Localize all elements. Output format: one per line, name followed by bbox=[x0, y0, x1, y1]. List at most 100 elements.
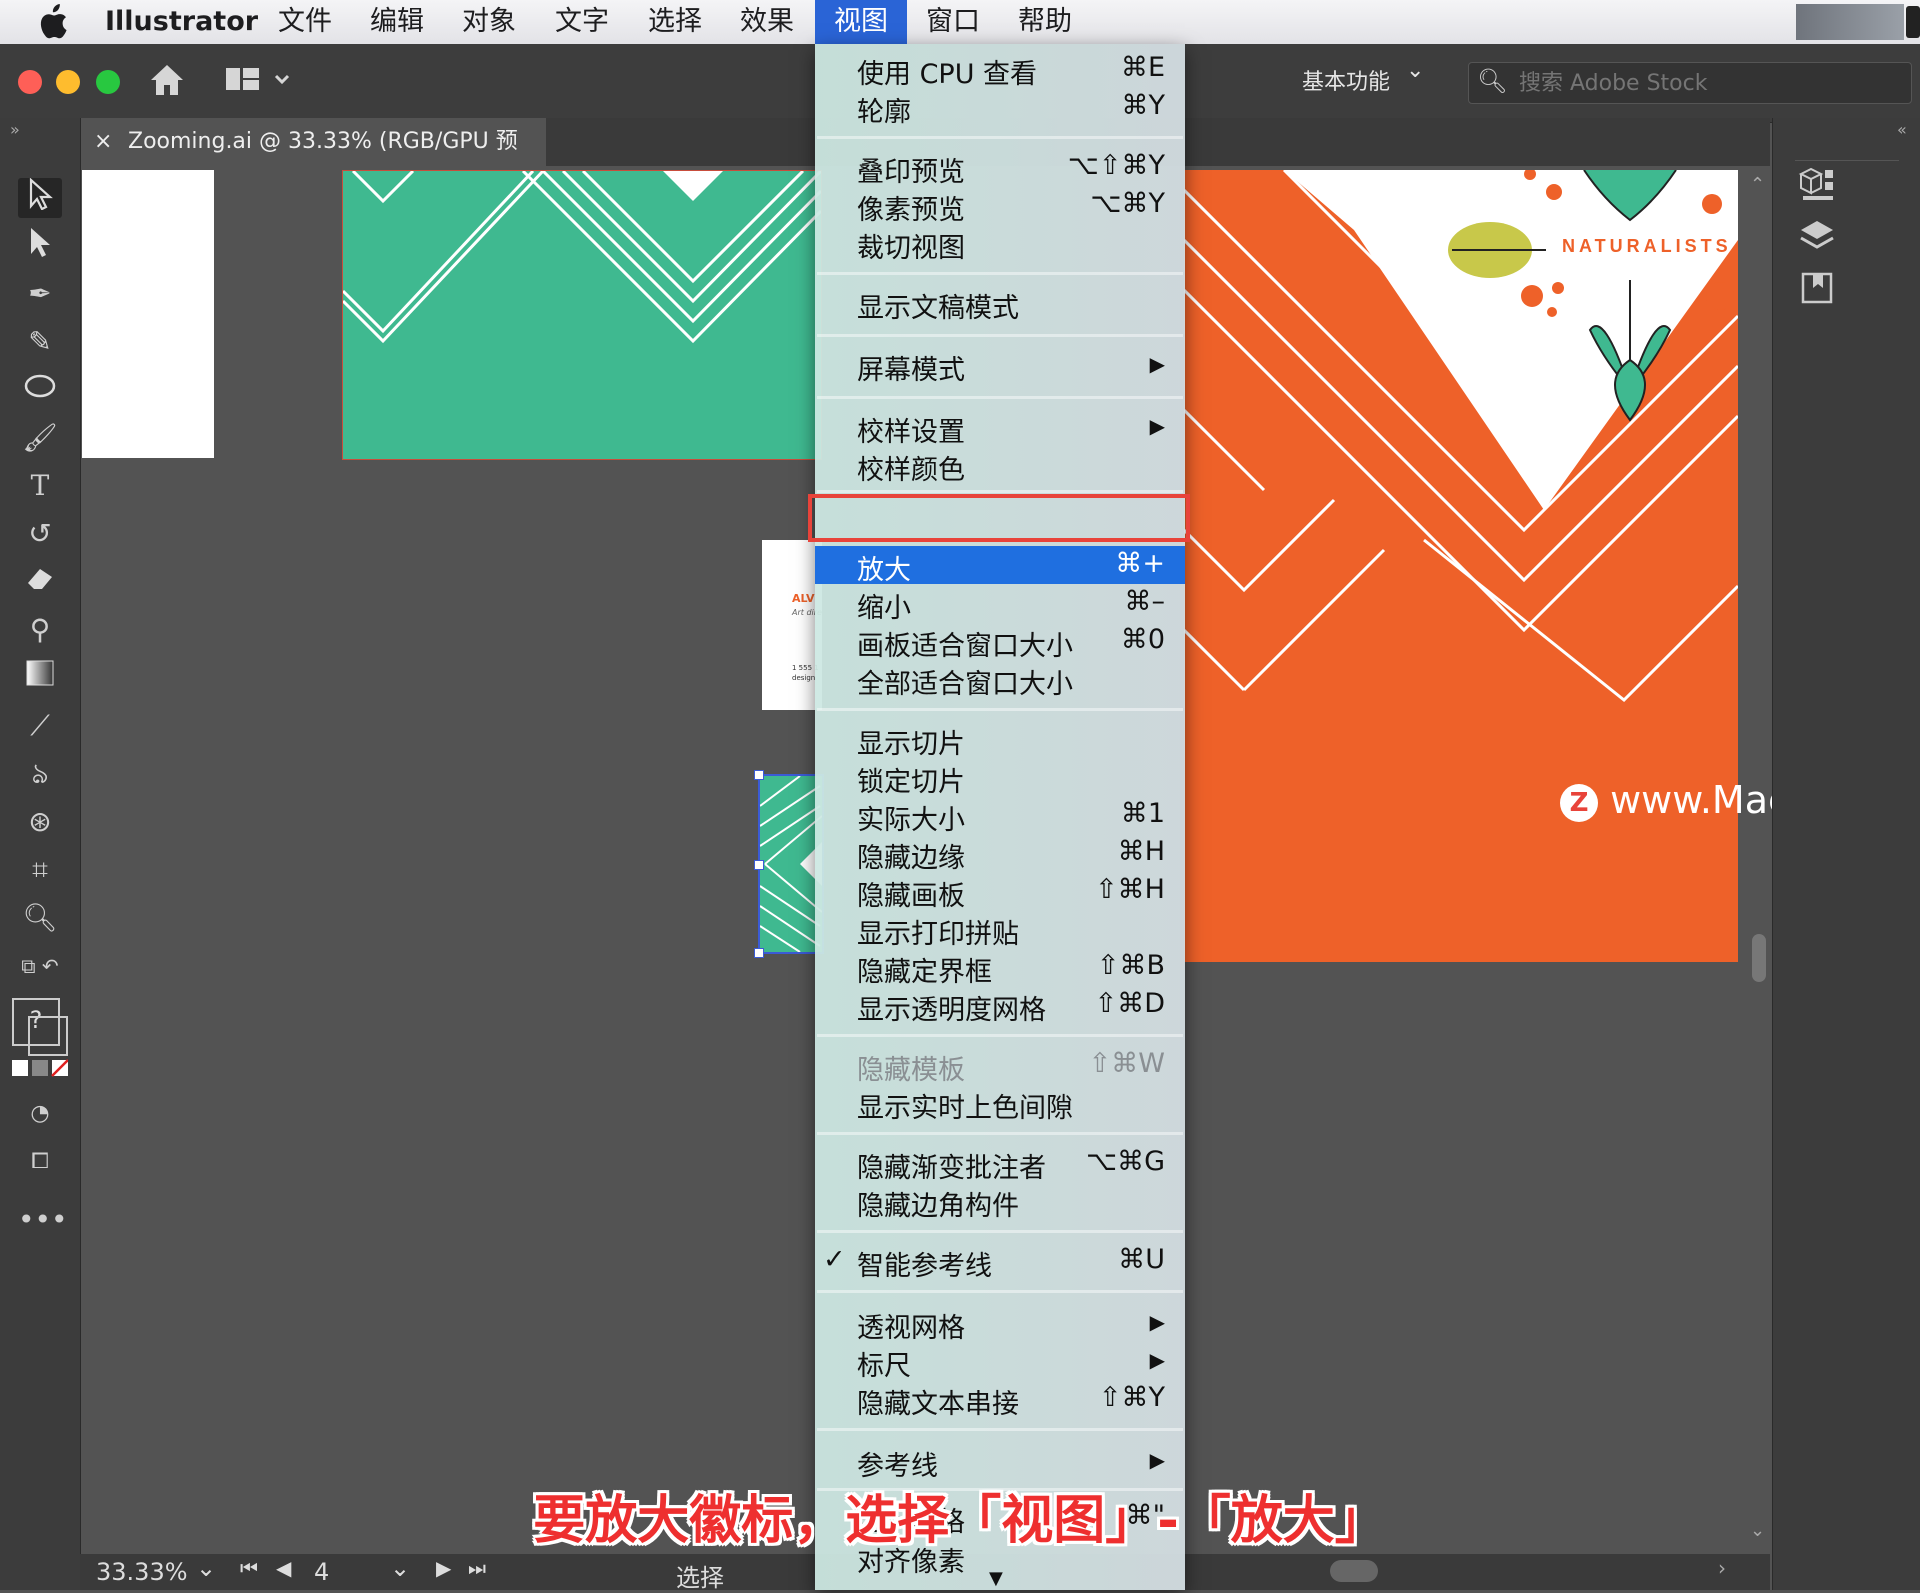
menu-help[interactable]: 帮助 bbox=[1018, 0, 1072, 44]
arrange-documents-icon[interactable] bbox=[226, 66, 292, 98]
gradient-tool-icon[interactable] bbox=[18, 658, 62, 698]
menu-item-rulers[interactable]: 标尺 ▶ bbox=[815, 1342, 1185, 1382]
first-artboard-icon[interactable]: ⏮ bbox=[240, 1556, 258, 1580]
ellipse-tool-icon[interactable] bbox=[18, 370, 62, 410]
layers-panel-icon[interactable] bbox=[1797, 218, 1837, 258]
selection-handle[interactable] bbox=[754, 860, 764, 870]
scroll-up-icon[interactable]: ⌃ bbox=[1750, 174, 1765, 195]
menu-item-fit-all[interactable]: 全部适合窗口大小 bbox=[815, 660, 1185, 700]
paintbrush-tool-icon[interactable]: 🖌︎ bbox=[18, 418, 62, 458]
home-icon[interactable] bbox=[148, 62, 186, 102]
menu-item-guides[interactable]: 参考线 ▶ bbox=[815, 1442, 1185, 1482]
stock-search-input[interactable] bbox=[1517, 67, 1901, 99]
business-card-preview[interactable]: ALV Art dire 1 555 1 design bbox=[762, 540, 822, 710]
swap-fill-stroke-icon[interactable]: ⧉ ↶ bbox=[18, 946, 62, 986]
menubar-extra-icon[interactable] bbox=[1906, 6, 1920, 38]
menu-item-show-transparency-grid[interactable]: 显示透明度网格 ⇧⌘D bbox=[815, 986, 1185, 1026]
close-window-button[interactable] bbox=[18, 70, 42, 94]
menu-item-actual-size[interactable]: 实际大小 ⌘1 bbox=[815, 796, 1185, 836]
menu-item-hide-text-threads[interactable]: 隐藏文本串接 ⇧⌘Y bbox=[815, 1380, 1185, 1420]
selected-logo-artboard[interactable] bbox=[754, 770, 824, 958]
next-artboard-icon[interactable]: ▶ bbox=[436, 1556, 451, 1580]
shape-builder-tool-icon[interactable]: ⊛ bbox=[18, 802, 62, 842]
type-tool-icon[interactable]: T bbox=[18, 466, 62, 506]
menu-file[interactable]: 文件 bbox=[278, 0, 332, 44]
menu-item-screen-mode[interactable]: 屏幕模式 ▶ bbox=[815, 346, 1185, 386]
minimize-window-button[interactable] bbox=[56, 70, 80, 94]
menu-item-show-slices[interactable]: 显示切片 bbox=[815, 720, 1185, 760]
horizontal-scrollbar-thumb[interactable] bbox=[1330, 1560, 1378, 1582]
close-tab-icon[interactable]: × bbox=[94, 118, 112, 166]
screen-mode-icon[interactable]: ⧠ bbox=[18, 1142, 62, 1182]
menu-item-proof-colors[interactable]: 校样颜色 bbox=[815, 446, 1185, 486]
menu-item-hide-edges[interactable]: 隐藏边缘 ⌘H bbox=[815, 834, 1185, 874]
artboard-tool-icon[interactable]: ⌗ bbox=[18, 850, 62, 890]
pen-tool-icon[interactable]: ✒︎ bbox=[18, 274, 62, 314]
menu-item-show-live-paint-gaps[interactable]: 显示实时上色间隙 bbox=[815, 1084, 1185, 1124]
previous-artboard-icon[interactable]: ◀ bbox=[276, 1556, 291, 1580]
menu-item-trim-view[interactable]: 裁切视图 bbox=[815, 224, 1185, 264]
rotate-tool-icon[interactable]: ↺ bbox=[18, 514, 62, 554]
menu-item-hide-corner-widget[interactable]: 隐藏边角构件 bbox=[815, 1182, 1185, 1222]
collapse-panel-icon[interactable]: » bbox=[10, 120, 20, 139]
zoom-dropdown-chevron-icon[interactable]: ⌄ bbox=[196, 1554, 216, 1582]
menu-item-perspective-grid[interactable]: 透视网格 ▶ bbox=[815, 1304, 1185, 1344]
blend-tool-icon[interactable]: ঌ bbox=[18, 754, 62, 794]
selection-handle[interactable] bbox=[754, 770, 764, 780]
zoom-level-field[interactable]: 33.33% bbox=[96, 1558, 188, 1586]
menu-item-zoom-out[interactable]: 缩小 ⌘– bbox=[815, 584, 1185, 624]
eyedropper-tool-icon[interactable]: ⟋ bbox=[18, 706, 62, 746]
stock-search-box[interactable]: 🔍︎ bbox=[1468, 62, 1912, 104]
vertical-scrollbar[interactable]: ⌃ ⌄ bbox=[1748, 170, 1770, 1550]
direct-selection-tool-icon[interactable] bbox=[18, 226, 62, 266]
menu-scroll-down-icon[interactable]: ▼ bbox=[989, 1568, 1003, 1589]
eraser-tool-icon[interactable] bbox=[18, 562, 62, 602]
scrollbar-thumb[interactable] bbox=[1752, 934, 1766, 982]
artboard-orange-logo[interactable]: NATURALISTS bbox=[1184, 170, 1738, 962]
menu-item-hide-bounding-box[interactable]: 隐藏定界框 ⇧⌘B bbox=[815, 948, 1185, 988]
menu-item-proof-setup[interactable]: 校样设置 ▶ bbox=[815, 408, 1185, 448]
selection-handle[interactable] bbox=[754, 948, 764, 958]
apple-icon[interactable] bbox=[38, 0, 72, 44]
artboard-white[interactable] bbox=[82, 170, 214, 458]
collapse-dock-icon[interactable]: « bbox=[1897, 120, 1907, 139]
menu-item-cpu-view[interactable]: 使用 CPU 查看 ⌘E bbox=[815, 50, 1185, 90]
workspace-switcher[interactable]: 基本功能 bbox=[1302, 64, 1390, 96]
zoom-window-button[interactable] bbox=[96, 70, 120, 94]
curvature-tool-icon[interactable]: ✎ bbox=[18, 322, 62, 362]
app-menu[interactable]: Illustrator bbox=[105, 0, 258, 44]
menu-effect[interactable]: 效果 bbox=[740, 0, 794, 44]
menu-select[interactable]: 选择 bbox=[648, 0, 702, 44]
properties-panel-icon[interactable] bbox=[1799, 270, 1835, 310]
menu-item-show-print-tiling[interactable]: 显示打印拼贴 bbox=[815, 910, 1185, 950]
artboard-green-pattern[interactable] bbox=[342, 170, 822, 460]
menu-item-fit-artboard[interactable]: 画板适合窗口大小 ⌘0 bbox=[815, 622, 1185, 662]
menu-item-pixel-preview[interactable]: 像素预览 ⌥⌘Y bbox=[815, 186, 1185, 226]
menu-item-zoom-in[interactable]: 放大 ⌘+ bbox=[815, 546, 1185, 586]
menu-item-smart-guides[interactable]: ✓ 智能参考线 ⌘U bbox=[815, 1242, 1185, 1282]
zoom-tool-icon[interactable]: 🔍︎ bbox=[18, 898, 62, 938]
puppet-warp-tool-icon[interactable]: ⚲ bbox=[18, 610, 62, 650]
menu-type[interactable]: 文字 bbox=[555, 0, 609, 44]
menu-item-lock-slices[interactable]: 锁定切片 bbox=[815, 758, 1185, 798]
menu-object[interactable]: 对象 bbox=[462, 0, 516, 44]
menu-item-hide-artboards[interactable]: 隐藏画板 ⇧⌘H bbox=[815, 872, 1185, 912]
selection-tool-icon[interactable] bbox=[18, 177, 62, 218]
menu-edit[interactable]: 编辑 bbox=[370, 0, 424, 44]
menu-view[interactable]: 视图 bbox=[815, 0, 907, 44]
artboard-number-field[interactable]: 4 bbox=[314, 1558, 329, 1586]
libraries-panel-icon[interactable] bbox=[1797, 164, 1837, 208]
artboard-dropdown-chevron-icon[interactable]: ⌄ bbox=[390, 1554, 410, 1582]
more-tools-icon[interactable]: ••• bbox=[18, 1200, 68, 1240]
last-artboard-icon[interactable]: ⏭ bbox=[468, 1556, 486, 1580]
menu-item-outline[interactable]: 轮廓 ⌘Y bbox=[815, 88, 1185, 128]
chevron-down-icon[interactable]: ⌄ bbox=[1406, 58, 1424, 83]
draw-mode-icon[interactable]: ◔ bbox=[18, 1094, 62, 1134]
menu-item-hide-gradient-annotator[interactable]: 隐藏渐变批注者 ⌥⌘G bbox=[815, 1144, 1185, 1184]
menu-window[interactable]: 窗口 bbox=[926, 0, 980, 44]
color-mode-buttons[interactable] bbox=[12, 1058, 69, 1078]
stroke-color-swatch[interactable] bbox=[28, 1016, 68, 1056]
scroll-right-icon[interactable]: › bbox=[1718, 1556, 1726, 1580]
document-tab[interactable]: × Zooming.ai @ 33.33% (RGB/GPU 预览) bbox=[80, 118, 546, 202]
menu-item-presentation-mode[interactable]: 显示文稿模式 bbox=[815, 284, 1185, 324]
